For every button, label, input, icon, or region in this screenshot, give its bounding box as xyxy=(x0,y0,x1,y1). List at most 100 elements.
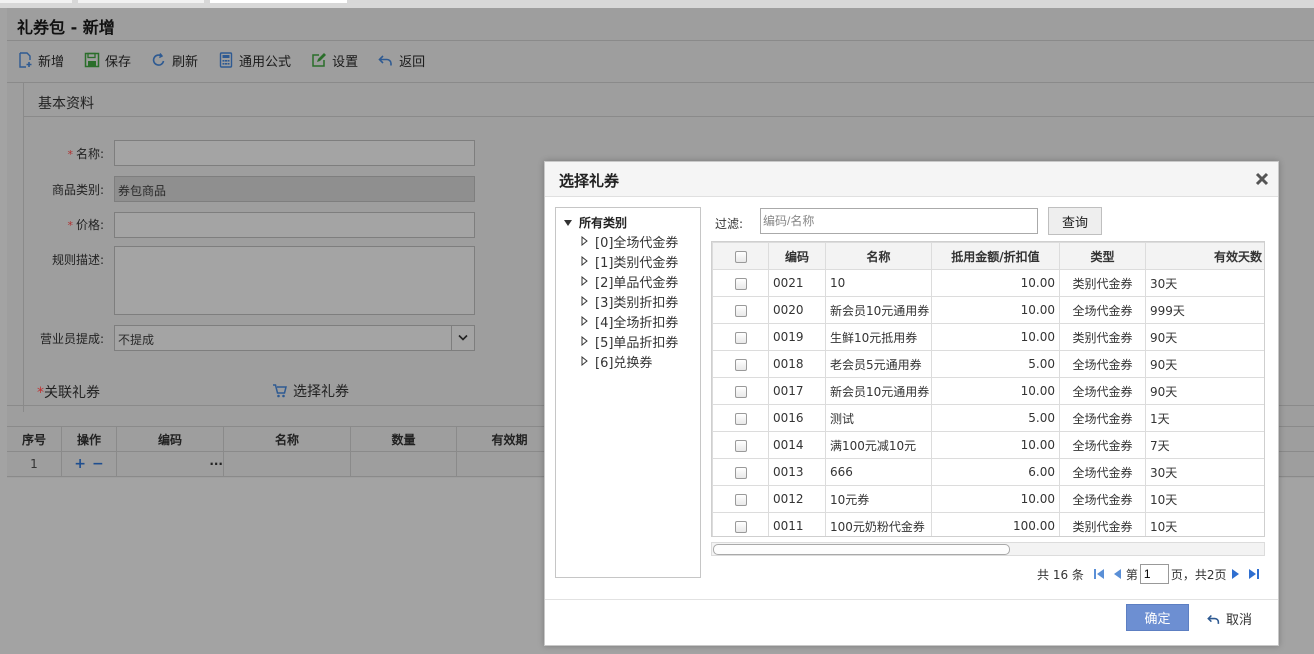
valid-days-cell: 90天 xyxy=(1145,323,1264,351)
tab[interactable] xyxy=(78,0,204,3)
tree-item[interactable]: [2]单品代金券 xyxy=(581,271,700,291)
remove-row-button[interactable]: − xyxy=(92,456,104,472)
add-row-button[interactable]: + xyxy=(74,456,86,472)
tab[interactable] xyxy=(0,0,72,3)
row-checkbox[interactable] xyxy=(734,493,747,506)
tab-active[interactable] xyxy=(210,0,347,3)
refresh-icon xyxy=(151,52,167,68)
filter-input[interactable] xyxy=(760,208,1038,234)
formula-button[interactable]: 通用公式 xyxy=(218,51,291,70)
collapsed-triangle-icon[interactable] xyxy=(581,296,588,306)
save-label: 保存 xyxy=(105,54,132,70)
row-select-cell[interactable] xyxy=(712,404,769,432)
close-icon[interactable] xyxy=(1254,171,1270,187)
cancel-button[interactable]: 取消 xyxy=(1207,609,1252,628)
collapsed-triangle-icon[interactable] xyxy=(581,316,588,326)
tree-item[interactable]: [6]兑换券 xyxy=(581,351,700,371)
table-row[interactable]: 0017 新会员10元通用券 10.00 全场代金券 90天 xyxy=(712,377,1264,405)
row-select-cell[interactable] xyxy=(712,323,769,351)
row-select-cell[interactable] xyxy=(712,458,769,486)
collapsed-triangle-icon[interactable] xyxy=(581,256,588,266)
tree-item[interactable]: [0]全场代金券 xyxy=(581,231,700,251)
table-row[interactable]: 0014 满100元减10元 10.00 全场代金券 7天 xyxy=(712,431,1264,459)
row-checkbox[interactable] xyxy=(734,385,747,398)
row-checkbox[interactable] xyxy=(734,520,747,533)
ellipsis-button[interactable]: ··· xyxy=(209,457,223,471)
column-header[interactable]: 类型 xyxy=(1059,242,1146,270)
column-header[interactable]: 有效天数 xyxy=(1145,242,1264,270)
tree-item[interactable]: [1]类别代金券 xyxy=(581,251,700,271)
column-header[interactable]: 抵用金额/折扣值 xyxy=(931,242,1060,270)
description-textarea[interactable] xyxy=(114,246,475,315)
row-checkbox[interactable] xyxy=(734,439,747,452)
select-all-checkbox[interactable] xyxy=(734,250,747,263)
row-checkbox[interactable] xyxy=(734,304,747,317)
column-header[interactable]: 编码 xyxy=(768,242,826,270)
commission-select[interactable]: 不提成 xyxy=(114,325,475,351)
row-checkbox[interactable] xyxy=(734,277,747,290)
code-cell: 0013 xyxy=(768,458,826,486)
price-input[interactable] xyxy=(114,212,475,238)
column-header[interactable]: 名称 xyxy=(825,242,932,270)
row-checkbox[interactable] xyxy=(734,412,747,425)
collapsed-triangle-icon[interactable] xyxy=(581,336,588,346)
back-button[interactable]: 返回 xyxy=(378,51,425,70)
new-button[interactable]: 新增 xyxy=(17,51,64,70)
tree-root[interactable]: 所有类别 xyxy=(564,214,700,231)
table-row[interactable]: 0020 新会员10元通用券 10.00 全场代金券 999天 xyxy=(712,296,1264,324)
next-page-icon[interactable] xyxy=(1230,568,1242,580)
page-number-input[interactable] xyxy=(1139,564,1169,584)
table-row[interactable]: 0016 测试 5.00 全场代金券 1天 xyxy=(712,404,1264,432)
tree-item[interactable]: [5]单品折扣券 xyxy=(581,331,700,351)
row-select-cell[interactable] xyxy=(712,269,769,297)
confirm-button[interactable]: 确定 xyxy=(1126,604,1189,631)
settings-button[interactable]: 设置 xyxy=(311,51,358,70)
row-select-cell[interactable] xyxy=(712,296,769,324)
table-row[interactable]: 0018 老会员5元通用券 5.00 全场代金券 90天 xyxy=(712,350,1264,378)
code-cell[interactable]: ··· xyxy=(117,452,224,476)
filter-label: 过滤: xyxy=(715,217,744,231)
name-cell: 满100元减10元 xyxy=(825,431,932,459)
type-cell: 全场代金券 xyxy=(1059,350,1146,378)
query-button[interactable]: 查询 xyxy=(1048,207,1102,235)
code-cell: 0017 xyxy=(768,377,826,405)
valid-days-cell: 90天 xyxy=(1145,350,1264,378)
row-checkbox[interactable] xyxy=(734,358,747,371)
table-row[interactable]: 0019 生鲜10元抵用券 10.00 类别代金券 90天 xyxy=(712,323,1264,351)
row-checkbox[interactable] xyxy=(734,466,747,479)
prev-page-icon[interactable] xyxy=(1111,568,1123,580)
choose-coupon-button[interactable]: 选择礼券 xyxy=(272,381,349,401)
chevron-down-icon[interactable] xyxy=(451,326,474,350)
row-select-cell[interactable] xyxy=(712,485,769,513)
collapsed-triangle-icon[interactable] xyxy=(581,356,588,366)
back-arrow-icon xyxy=(378,52,394,68)
expanded-triangle-icon[interactable] xyxy=(564,219,572,226)
table-row[interactable]: 0013 666 6.00 全场代金券 30天 xyxy=(712,458,1264,486)
qty-cell[interactable] xyxy=(351,452,457,476)
new-doc-icon xyxy=(17,52,33,68)
table-row[interactable]: 0012 10元券 10.00 全场代金券 10天 xyxy=(712,485,1264,513)
row-select-cell[interactable] xyxy=(712,377,769,405)
row-select-cell[interactable] xyxy=(712,431,769,459)
page-title: 礼券包 - 新增 xyxy=(17,18,115,37)
tree-item[interactable]: [4]全场折扣券 xyxy=(581,311,700,331)
last-page-icon[interactable] xyxy=(1248,568,1260,580)
tree-item[interactable]: [3]类别折扣券 xyxy=(581,291,700,311)
row-checkbox[interactable] xyxy=(734,331,747,344)
amount-cell: 10.00 xyxy=(931,269,1060,297)
scrollbar-thumb[interactable] xyxy=(713,544,1010,555)
name-cell[interactable] xyxy=(224,452,351,476)
name-input[interactable] xyxy=(114,140,475,166)
table-row[interactable]: 0011 100元奶粉代金券 100.00 类别代金券 10天 xyxy=(712,512,1264,536)
row-select-cell[interactable] xyxy=(712,350,769,378)
save-button[interactable]: 保存 xyxy=(84,51,131,70)
collapsed-triangle-icon[interactable] xyxy=(581,236,588,246)
first-page-icon[interactable] xyxy=(1093,568,1105,580)
row-ops: + − xyxy=(62,452,117,476)
table-row[interactable]: 0021 10 10.00 类别代金券 30天 xyxy=(712,269,1264,297)
select-all-cell[interactable] xyxy=(712,242,769,270)
refresh-button[interactable]: 刷新 xyxy=(151,51,198,70)
row-select-cell[interactable] xyxy=(712,512,769,536)
horizontal-scrollbar[interactable] xyxy=(711,542,1265,556)
collapsed-triangle-icon[interactable] xyxy=(581,276,588,286)
